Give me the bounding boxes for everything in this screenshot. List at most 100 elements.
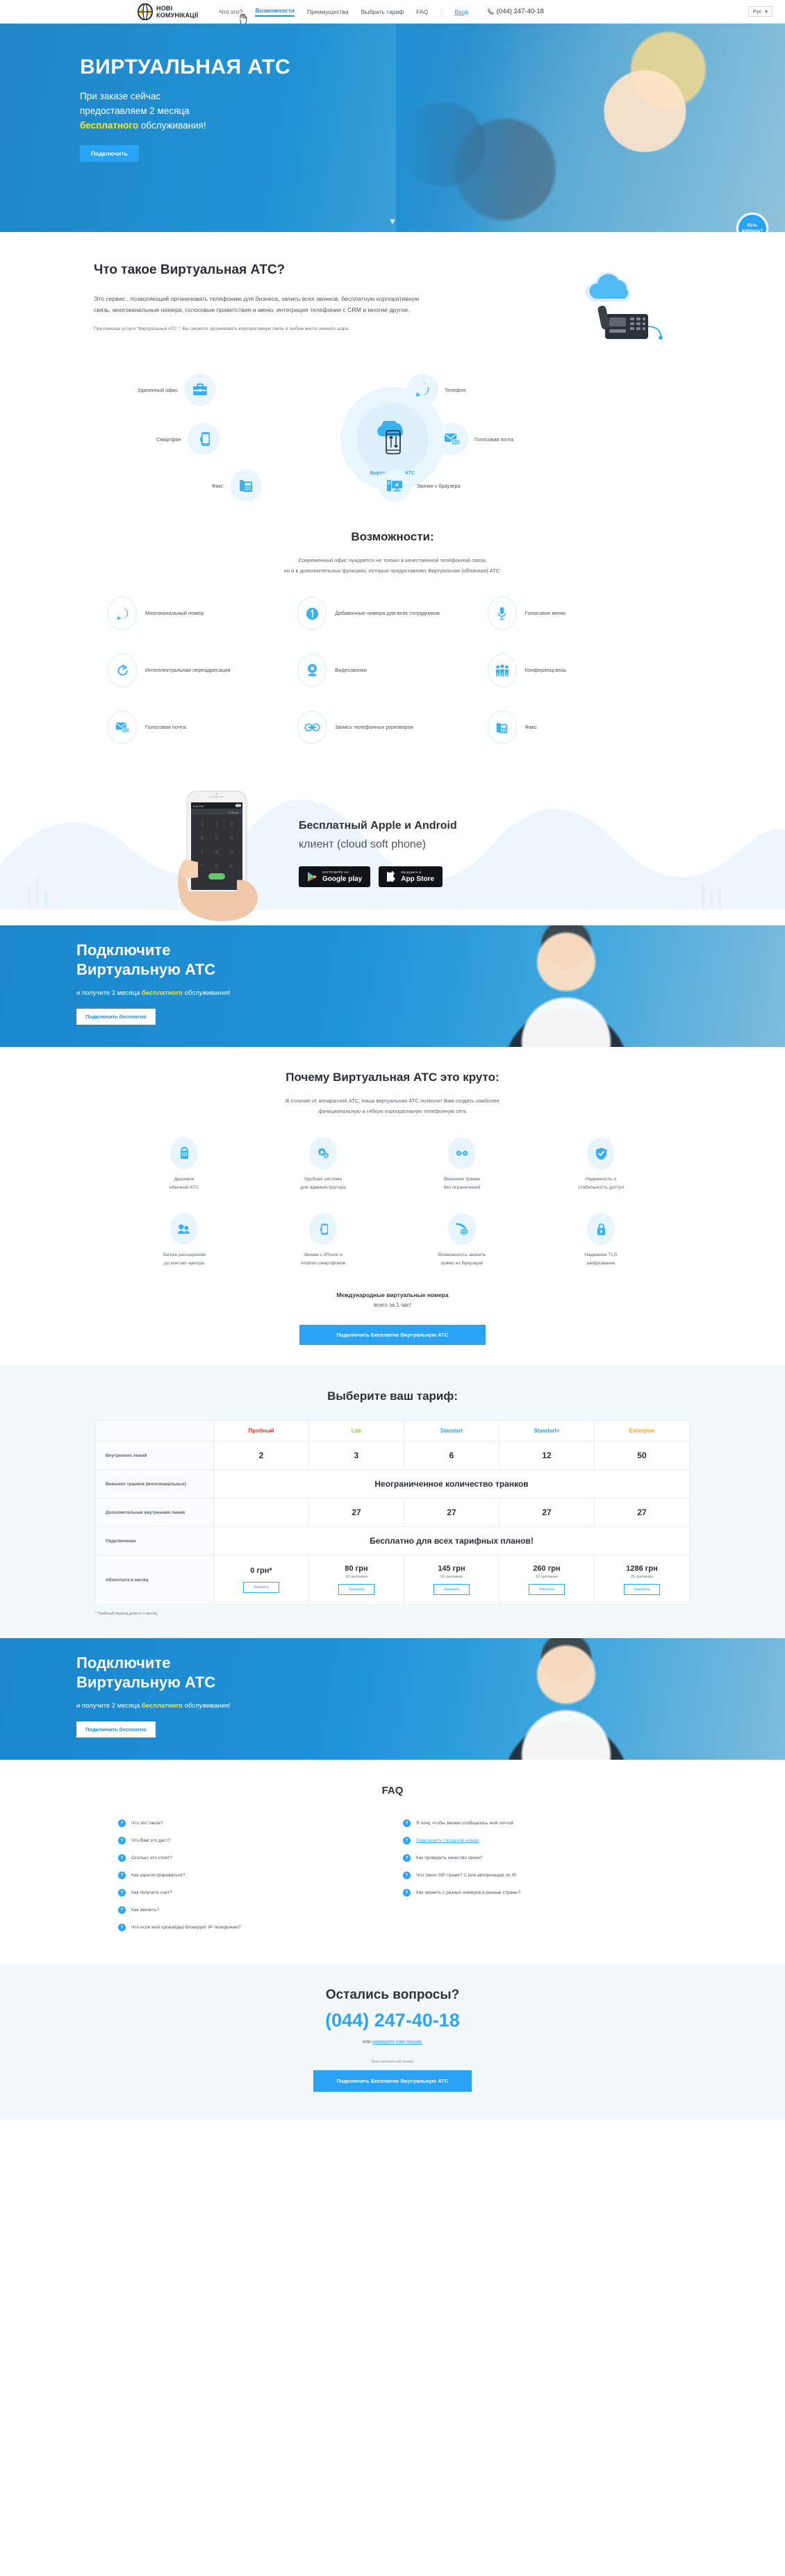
faq-question-link[interactable]: Как звонить с разных номеров в разные ст…: [416, 1890, 520, 1895]
cta2-heading-line1: Подключите: [76, 1654, 171, 1671]
faq-question[interactable]: ? Как проверить качество связи?: [403, 1849, 667, 1867]
svg-text:8: 8: [215, 849, 219, 855]
cta2-p-post: обслуживания!: [183, 1702, 231, 1710]
cell-additional-line-4: 27: [594, 1498, 690, 1527]
faq-question-link[interactable]: Что это такое?: [131, 1821, 163, 1826]
order-button-1[interactable]: Заказать: [338, 1584, 374, 1595]
cta2-heading: Подключите Виртуальную АТС: [76, 1653, 231, 1692]
nav-item-login[interactable]: Вход: [455, 8, 468, 15]
international-subtext: всего за 1 час!: [374, 1302, 411, 1308]
faq-question-link[interactable]: Сколько это стоит?: [131, 1856, 172, 1860]
price-amount-4: 1286 грн: [626, 1564, 658, 1573]
why-item-text: Дешевле обычной АТС: [115, 1175, 254, 1192]
diagram-node-browser-calls: Звонки с браузера: [379, 470, 461, 502]
site-logo[interactable]: НОВІ КОМУНІКАЦІЇ: [138, 3, 198, 20]
fax-icon: [487, 711, 517, 744]
faq-question-link[interactable]: Что если мой провайдер блокирует IP-теле…: [131, 1925, 241, 1930]
faq-question[interactable]: ? Как звонить с разных номеров в разные с…: [403, 1884, 667, 1901]
nav-item-advantages[interactable]: Преимущества: [307, 8, 348, 15]
headset-group-icon: [170, 1213, 198, 1245]
faq-question[interactable]: ? Подключить городской номер: [403, 1832, 667, 1849]
cell-additional-line-2: 27: [404, 1498, 499, 1527]
language-selector[interactable]: Рус ▾: [747, 6, 772, 17]
globe-call-icon: [448, 1213, 476, 1245]
why-title: Почему Виртуальная АТС это круто:: [286, 1071, 499, 1084]
faq-question[interactable]: ? Сколько это стоит?: [118, 1849, 382, 1867]
diagram-node-label: Голосовая почта: [474, 436, 514, 443]
feature-label: Голосовая почта: [145, 724, 186, 730]
desk-phone-icon: [170, 1137, 198, 1169]
order-button-0[interactable]: Заказать: [243, 1582, 279, 1593]
faq-question-link[interactable]: Что такое SIP-траже? С кем авторизация п…: [416, 1873, 518, 1878]
nav-item-tariffs[interactable]: Выбрать тариф: [361, 8, 404, 15]
svg-text:Settings: Settings: [229, 811, 238, 814]
order-button-4[interactable]: Заказать: [624, 1584, 660, 1595]
why-item-line1: Надежное TLS: [584, 1253, 618, 1257]
faq-question[interactable]: ? Что это такое?: [118, 1815, 382, 1832]
why-connect-button[interactable]: Подключить Бесплатно Виртуальную АТС: [299, 1325, 486, 1345]
faq-question-link[interactable]: Как получить счет?: [131, 1890, 172, 1895]
why-item: Возможность звонить прямо из браузера!: [392, 1213, 531, 1268]
cta1-connect-button[interactable]: Подключить бесплатно: [76, 1009, 156, 1025]
faq-question[interactable]: ? Как звонить?: [118, 1901, 382, 1919]
features-title: Возможности:: [351, 530, 434, 543]
cta2-connect-button[interactable]: Подключить бесплатно: [76, 1722, 156, 1737]
nav-item-faq[interactable]: FAQ: [416, 8, 428, 15]
faq-question[interactable]: ? Как получить счет?: [118, 1884, 382, 1901]
footer-cta-phone[interactable]: (044) 247-40-18: [0, 2010, 785, 2031]
order-button-2[interactable]: Заказать: [433, 1584, 470, 1595]
price-note-1: 26 грн/линия: [345, 1575, 367, 1579]
diagram-node-label: Смартфон: [156, 436, 181, 443]
row-label-connection: Подключение: [95, 1526, 214, 1555]
people-group-icon: [487, 654, 517, 687]
faq-question[interactable]: ? Что такое SIP-траже? С кем авторизация …: [403, 1867, 667, 1884]
faq-question[interactable]: ? Что Вам это даст?: [118, 1832, 382, 1849]
hero-connect-button[interactable]: Подключить: [80, 145, 139, 162]
footer-cta-button[interactable]: Подключить Бесплатно Виртуальную АТС: [313, 2070, 472, 2092]
why-item: Легкое расширения до контакт-центра: [115, 1213, 254, 1268]
diagram-node-remote-office: Удаленный офис: [138, 374, 216, 406]
cta1-heading-line2: Виртуальную АТС: [76, 961, 216, 978]
why-sub-line1: В отличие от аппаратной АТС, наша виртуа…: [286, 1098, 499, 1104]
footer-cta-or-link[interactable]: напишите нам письмо: [372, 2040, 422, 2045]
feature-item: Факс: [487, 711, 677, 744]
faq-question-link[interactable]: Как проверить качество связи?: [416, 1856, 482, 1860]
price-amount-0: 0 грн*: [250, 1567, 272, 1575]
header-phone[interactable]: (044) 247-40-18: [487, 8, 544, 15]
question-mark-icon: ?: [118, 1819, 126, 1827]
faq-question[interactable]: ? Что если мой провайдер блокирует IP-тел…: [118, 1919, 382, 1936]
why-item: Звонки с iPhone и Androin смартфонов: [254, 1213, 392, 1268]
scroll-down-arrow-icon[interactable]: ▼: [388, 216, 397, 226]
faq-question-link[interactable]: Как зарегистрироваться?: [131, 1873, 185, 1878]
faq-question-link[interactable]: Я хочу, чтобы звонки слобщались мой почт…: [416, 1821, 513, 1826]
ask-bubble-line1: Есть: [747, 224, 757, 228]
briefcase-icon: [183, 374, 216, 406]
google-play-badge[interactable]: ЗАГРУЗИТЕ НА Google play: [299, 866, 371, 887]
faq-question-link[interactable]: Подключить городской номер: [416, 1838, 479, 1843]
diagram-node-label: Звонки с браузера: [417, 482, 461, 489]
tariffs-table: Пробный Lite Standart Standart+ Enterpis…: [95, 1420, 690, 1605]
faq-question[interactable]: ? Я хочу, чтобы звонки слобщались мой поч…: [403, 1815, 667, 1832]
why-item: Удобная система для администратора: [254, 1137, 392, 1192]
diagram-node-voicemail: Голосовая почта: [436, 423, 513, 455]
features-sub-line1: Современный офис нуждается не только в к…: [298, 557, 487, 563]
why-item-line2: до контакт-центра: [164, 1261, 204, 1266]
feature-item: Голосовая почта: [108, 711, 297, 744]
footer-cta-section: Остались вопросы? (044) 247-40-18 или на…: [0, 1964, 785, 2120]
svg-text:#: #: [230, 863, 233, 869]
main-navigation: Что это? Возможности Преимущества Выбрат…: [219, 7, 468, 17]
why-item: Дешевле обычной АТС: [115, 1137, 254, 1192]
page-root: НОВІ КОМУНІКАЦІЇ Что это? Возможности Пр…: [0, 0, 785, 2120]
nav-item-features[interactable]: Возможности: [255, 7, 295, 17]
apple-icon: [387, 871, 396, 882]
features-section: Возможности: Современный офис нуждается …: [0, 513, 785, 776]
order-button-3[interactable]: Заказать: [529, 1584, 565, 1595]
why-item-text: Внешние транки без ограничений: [392, 1175, 531, 1192]
price-amount-2: 145 грн: [438, 1564, 465, 1573]
question-mark-icon: ?: [118, 1889, 126, 1897]
faq-question-link[interactable]: Как звонить?: [131, 1908, 159, 1913]
faq-question[interactable]: ? Как зарегистрироваться?: [118, 1867, 382, 1884]
faq-question-link[interactable]: Что Вам это даст?: [131, 1838, 170, 1843]
app-store-badge[interactable]: Загрузите в App Store: [379, 866, 443, 887]
smartphone-icon: [309, 1213, 337, 1245]
